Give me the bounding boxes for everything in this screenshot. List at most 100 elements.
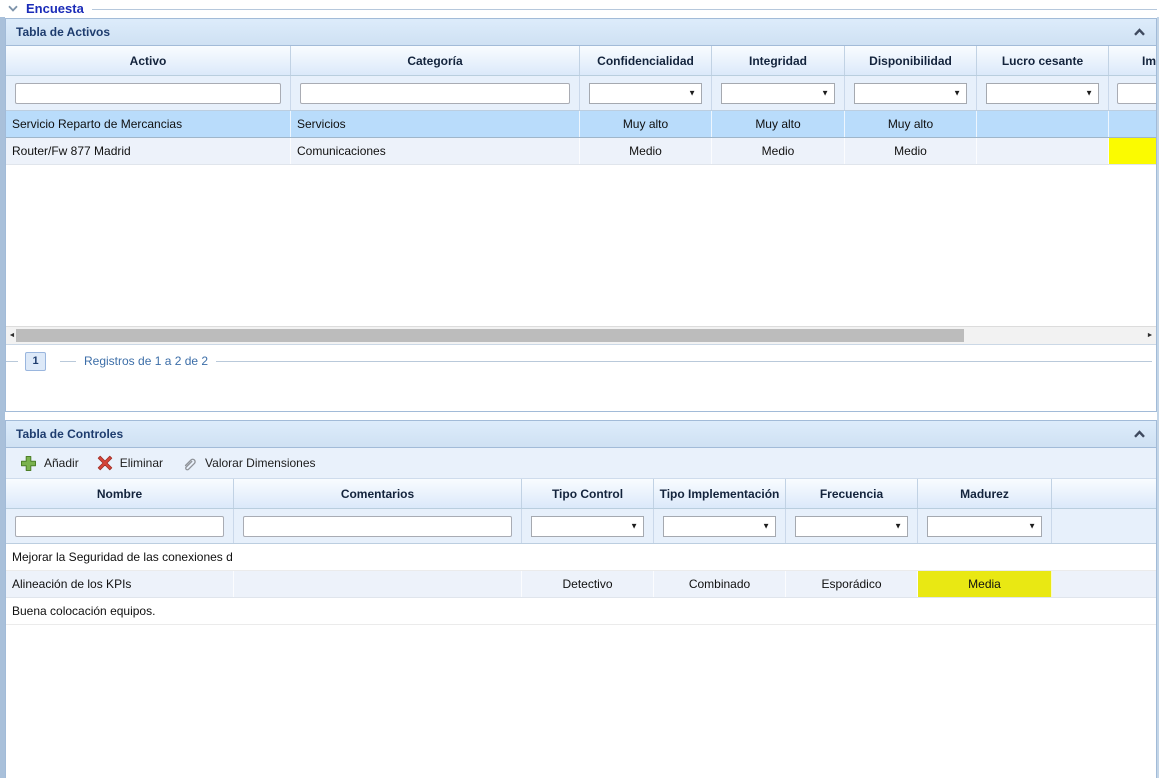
delete-button-label: Eliminar <box>120 456 163 470</box>
cell-integridad[interactable]: Muy alto <box>712 111 845 137</box>
fieldset-border-line <box>92 9 1157 10</box>
page-button[interactable]: 1 <box>25 352 46 371</box>
table-row[interactable]: Router/Fw 877 Madrid Comunicaciones Medi… <box>6 138 1156 165</box>
cell-text: Mejorar la Seguridad de las conexiones d… <box>12 550 233 564</box>
cell-comentarios[interactable] <box>234 544 522 570</box>
column-header-lucro-cesante[interactable]: Lucro cesante <box>977 46 1109 75</box>
cell-tipo-implementacion[interactable] <box>654 544 786 570</box>
paging-divider <box>216 361 1152 362</box>
filter-select-tipo-implementacion[interactable]: ▼ <box>663 516 776 537</box>
cell-categoria[interactable]: Servicios <box>291 111 580 137</box>
cell-tipo-implementacion[interactable] <box>654 598 786 624</box>
filter-input-nombre[interactable] <box>15 516 224 537</box>
column-header-integridad[interactable]: Integridad <box>712 46 845 75</box>
scroll-right-icon[interactable]: ► <box>1145 331 1155 341</box>
column-header-nombre[interactable]: Nombre <box>6 479 234 508</box>
add-button[interactable]: Añadir <box>20 455 79 472</box>
filter-cell-filler <box>1052 509 1156 543</box>
chevron-up-icon[interactable] <box>1133 430 1146 438</box>
column-header-activo[interactable]: Activo <box>6 46 291 75</box>
scrollbar-thumb[interactable] <box>16 329 964 342</box>
cell-nombre[interactable]: Buena colocación equipos. <box>6 598 234 624</box>
filter-select-tipo-control[interactable]: ▼ <box>531 516 644 537</box>
column-label: Confidencialidad <box>597 54 694 68</box>
filter-input-activo[interactable] <box>15 83 281 104</box>
filter-cell: ▼ <box>977 76 1109 110</box>
column-header-imagen[interactable]: Im <box>1109 46 1156 75</box>
cell-integridad[interactable]: Medio <box>712 138 845 164</box>
table-row[interactable]: Mejorar la Seguridad de las conexiones d… <box>6 544 1156 571</box>
cell-madurez[interactable] <box>918 598 1052 624</box>
filter-select-integridad[interactable]: ▼ <box>721 83 835 104</box>
cell-frecuencia[interactable] <box>786 544 918 570</box>
cell-lucro-cesante[interactable] <box>977 111 1109 137</box>
activos-filter-row: ▼ ▼ ▼ ▼ <box>6 76 1156 111</box>
filter-select-disponibilidad-control[interactable] <box>855 84 966 103</box>
valorar-dimensiones-button-label: Valorar Dimensiones <box>205 456 316 470</box>
filter-select-integridad-control[interactable] <box>722 84 834 103</box>
filter-select-lucro-cesante[interactable]: ▼ <box>986 83 1099 104</box>
chevron-up-icon[interactable] <box>1133 28 1146 36</box>
cell-categoria[interactable]: Comunicaciones <box>291 138 580 164</box>
cell-activo[interactable]: Servicio Reparto de Mercancias <box>6 111 291 137</box>
activos-grid-empty-area <box>6 165 1156 326</box>
filter-select-lucro-cesante-control[interactable] <box>987 84 1098 103</box>
column-header-madurez[interactable]: Madurez <box>918 479 1052 508</box>
cell-frecuencia[interactable]: Esporádico <box>786 571 918 597</box>
filter-select-confidencialidad[interactable]: ▼ <box>589 83 702 104</box>
cell-nombre[interactable]: Alineación de los KPIs <box>6 571 234 597</box>
column-header-frecuencia[interactable]: Frecuencia <box>786 479 918 508</box>
delete-button[interactable]: Eliminar <box>97 455 163 471</box>
column-header-comentarios[interactable]: Comentarios <box>234 479 522 508</box>
filter-select-tipo-control-control[interactable] <box>532 517 643 536</box>
cell-madurez-highlighted[interactable]: Media <box>918 571 1052 597</box>
cell-tipo-control[interactable] <box>522 598 654 624</box>
cell-tipo-control[interactable] <box>522 544 654 570</box>
table-row[interactable]: Buena colocación equipos. <box>6 598 1156 625</box>
filter-cell <box>6 76 291 110</box>
valorar-dimensiones-button[interactable]: Valorar Dimensiones <box>181 455 316 472</box>
filter-select-madurez-control[interactable] <box>928 517 1041 536</box>
cell-imagen[interactable] <box>1109 111 1156 137</box>
cell-lucro-cesante[interactable] <box>977 138 1109 164</box>
chevron-down-icon[interactable] <box>6 2 20 15</box>
column-header-categoria[interactable]: Categoría <box>291 46 580 75</box>
column-header-tipo-implementacion[interactable]: Tipo Implementación <box>654 479 786 508</box>
cell-disponibilidad[interactable]: Medio <box>845 138 977 164</box>
filter-input-comentarios[interactable] <box>243 516 512 537</box>
cell-madurez[interactable] <box>918 544 1052 570</box>
cell-disponibilidad[interactable]: Muy alto <box>845 111 977 137</box>
plus-icon <box>20 455 37 472</box>
cell-frecuencia[interactable] <box>786 598 918 624</box>
cell-tipo-control[interactable]: Detectivo <box>522 571 654 597</box>
cell-activo[interactable]: Router/Fw 877 Madrid <box>6 138 291 164</box>
filter-select-tipo-implementacion-control[interactable] <box>664 517 775 536</box>
table-row[interactable]: Servicio Reparto de Mercancias Servicios… <box>6 111 1156 138</box>
filter-select-frecuencia[interactable]: ▼ <box>795 516 908 537</box>
filter-select-confidencialidad-control[interactable] <box>590 84 701 103</box>
cell-comentarios[interactable] <box>234 571 522 597</box>
column-header-confidencialidad[interactable]: Confidencialidad <box>580 46 712 75</box>
cell-nombre[interactable]: Mejorar la Seguridad de las conexiones d… <box>6 544 234 570</box>
column-header-tipo-control[interactable]: Tipo Control <box>522 479 654 508</box>
cell-imagen-highlighted[interactable] <box>1109 138 1156 164</box>
filter-input-categoria[interactable] <box>300 83 570 104</box>
horizontal-scrollbar[interactable]: ◄ ► <box>6 326 1156 344</box>
cell-filler <box>1052 544 1156 570</box>
paging-divider <box>60 361 76 362</box>
filter-select-disponibilidad[interactable]: ▼ <box>854 83 967 104</box>
column-header-disponibilidad[interactable]: Disponibilidad <box>845 46 977 75</box>
add-button-label: Añadir <box>44 456 79 470</box>
filter-select-frecuencia-control[interactable] <box>796 517 907 536</box>
cell-confidencialidad[interactable]: Muy alto <box>580 111 712 137</box>
column-label: Frecuencia <box>820 487 883 501</box>
table-row[interactable]: Alineación de los KPIs Detectivo Combina… <box>6 571 1156 598</box>
cell-tipo-implementacion[interactable]: Combinado <box>654 571 786 597</box>
column-label: Activo <box>130 54 167 68</box>
filter-input-imagen[interactable] <box>1117 83 1156 104</box>
filter-select-madurez[interactable]: ▼ <box>927 516 1042 537</box>
column-label: Im <box>1142 54 1156 68</box>
cell-comentarios[interactable] <box>234 598 522 624</box>
cell-confidencialidad[interactable]: Medio <box>580 138 712 164</box>
panel-controles: Tabla de Controles Añadir Eliminar <box>5 420 1157 778</box>
